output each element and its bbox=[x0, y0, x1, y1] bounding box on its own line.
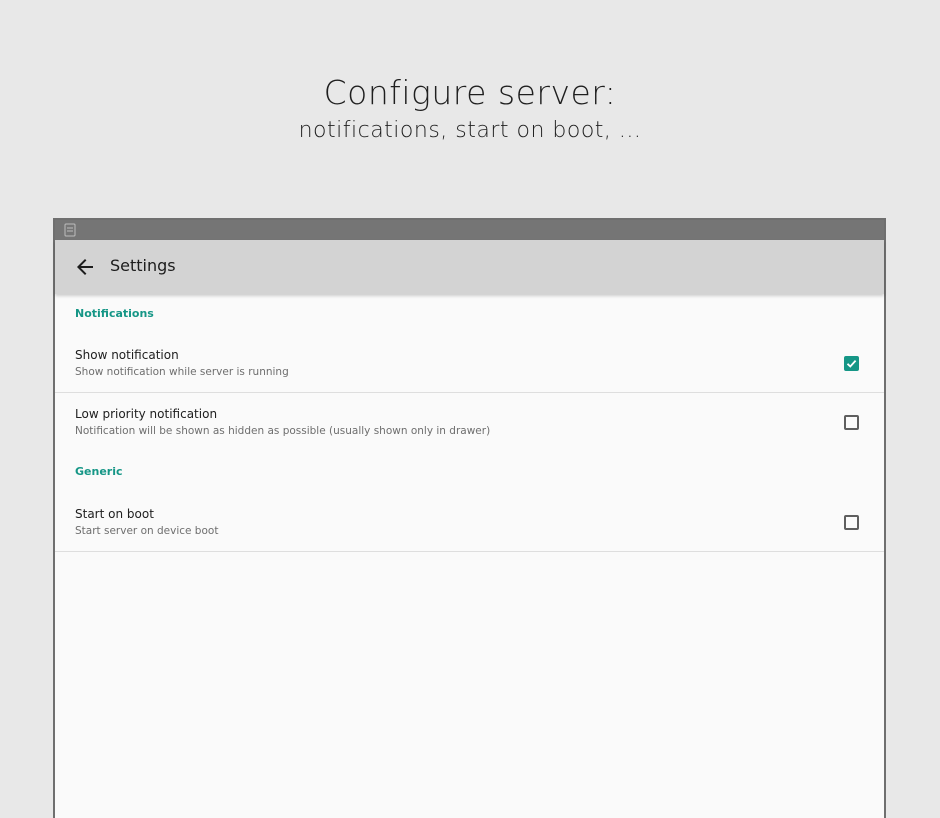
back-button[interactable] bbox=[73, 255, 97, 279]
low-priority-checkbox[interactable] bbox=[844, 415, 859, 430]
promo-subtitle: notifications, start on boot, ... bbox=[298, 118, 642, 143]
pref-summary: Notification will be shown as hidden as … bbox=[75, 425, 491, 437]
promo-headline: Configure server: notifications, start o… bbox=[0, 70, 940, 146]
pref-title: Low priority notification bbox=[75, 407, 218, 421]
checkmark-icon bbox=[846, 359, 857, 368]
pref-title: Show notification bbox=[75, 348, 179, 362]
device-screen: Settings Notifications Show notification… bbox=[53, 218, 886, 818]
pref-start-on-boot[interactable]: Start on boot Start server on device boo… bbox=[55, 493, 884, 552]
pref-summary: Show notification while server is runnin… bbox=[75, 366, 289, 378]
arrow-left-icon bbox=[77, 259, 93, 275]
status-bar bbox=[55, 220, 884, 240]
page-title: Settings bbox=[110, 256, 176, 275]
settings-list: Notifications Show notification Show not… bbox=[55, 294, 884, 552]
pref-summary: Start server on device boot bbox=[75, 525, 219, 537]
pref-low-priority-notification[interactable]: Low priority notification Notification w… bbox=[55, 393, 884, 452]
section-header-generic: Generic bbox=[75, 465, 123, 478]
show-notification-checkbox[interactable] bbox=[844, 356, 859, 371]
start-on-boot-checkbox[interactable] bbox=[844, 515, 859, 530]
pref-show-notification[interactable]: Show notification Show notification whil… bbox=[55, 334, 884, 393]
section-header-notifications: Notifications bbox=[75, 307, 154, 320]
app-icon bbox=[63, 223, 77, 237]
app-bar: Settings bbox=[55, 240, 884, 294]
pref-title: Start on boot bbox=[75, 507, 154, 521]
promo-title: Configure server: bbox=[323, 73, 617, 112]
